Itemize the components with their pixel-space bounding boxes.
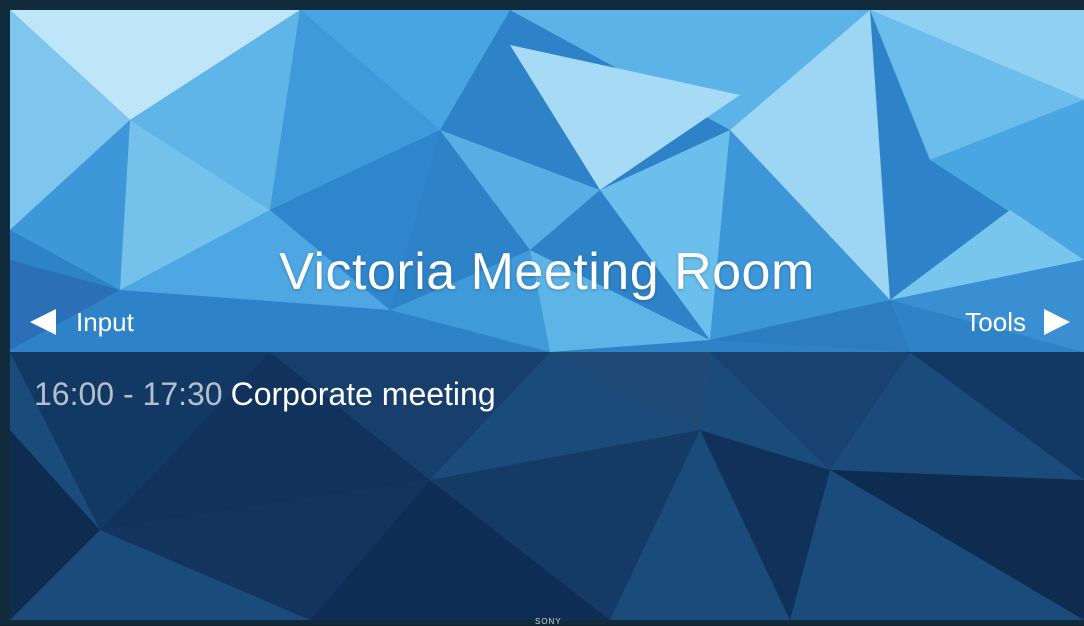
event-time-range: 16:00 - 17:30	[34, 376, 223, 412]
event-title: Corporate meeting	[230, 376, 496, 412]
schedule-item[interactable]: 16:00 - 17:30 Corporate meeting	[34, 376, 496, 413]
triangle-left-arrow-icon	[30, 309, 56, 335]
triangle-right-arrow-icon	[1044, 309, 1070, 335]
room-name-title: Victoria Meeting Room	[279, 243, 815, 301]
input-nav-label: Input	[76, 306, 134, 337]
tools-nav-button[interactable]: Tools	[965, 302, 1070, 342]
room-display-screen: Victoria Meeting Room Input Tools 16:00 …	[10, 10, 1084, 620]
tools-nav-label: Tools	[965, 306, 1026, 337]
schedule-panel: 16:00 - 17:30 Corporate meeting	[10, 352, 1084, 620]
input-nav-button[interactable]: Input	[30, 302, 134, 342]
